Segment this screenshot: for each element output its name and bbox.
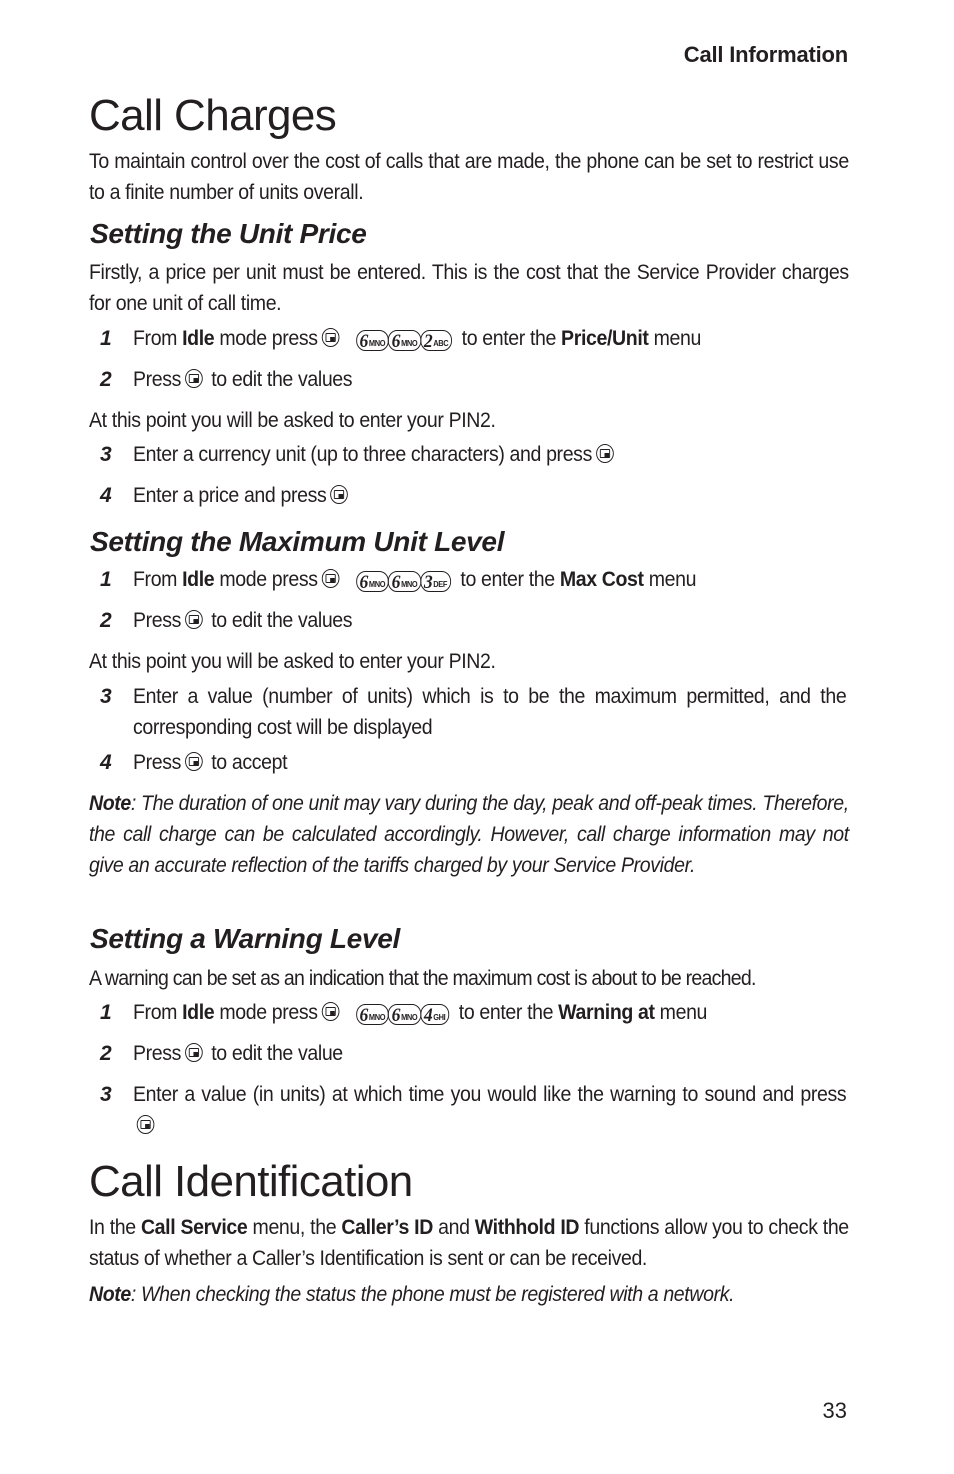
step-number: 1: [100, 568, 112, 591]
unit-price-intro: Firstly, a price per unit must be entere…: [89, 261, 849, 315]
step-number: 2: [100, 1042, 112, 1065]
step-text: to enter the: [455, 568, 560, 591]
step-text: Press: [133, 1042, 182, 1065]
keypad-key-icon: 6MNO: [387, 330, 422, 351]
keypad-key-icon: 6MNO: [387, 571, 422, 592]
mode-name: Idle: [182, 568, 215, 591]
menu-name: Warning at: [558, 1001, 655, 1024]
softkey-icon: [184, 610, 203, 629]
keypad-key-icon: 6MNO: [387, 1004, 422, 1025]
mode-name: Idle: [182, 327, 215, 350]
page-number: 33: [822, 1398, 847, 1423]
step-text: menu: [648, 327, 702, 350]
step-text: Press: [133, 368, 182, 391]
step-number: 3: [100, 443, 112, 466]
call-identification-note: Note: When checking the status the phone…: [89, 1279, 849, 1310]
heading-max-unit: Setting the Maximum Unit Level: [90, 526, 505, 557]
softkey-icon: [321, 1002, 340, 1021]
function-name: Withhold ID: [474, 1216, 580, 1239]
softkey-icon: [184, 752, 203, 771]
step-text: to edit the value: [206, 1042, 343, 1065]
key-sequence: 6MNO 6MNO 3DEF: [355, 568, 451, 592]
keypad-key-icon: 6MNO: [355, 1004, 389, 1025]
softkey-icon: [184, 369, 203, 388]
softkey-icon: [330, 485, 348, 504]
step-text: From: [133, 568, 183, 591]
keypad-key-icon: 6MNO: [355, 330, 389, 351]
running-head: Call Information: [683, 42, 848, 67]
menu-name: Max Cost: [559, 568, 644, 591]
para-text: In the: [89, 1216, 141, 1239]
step-text: Enter a currency unit (up to three chara…: [133, 443, 592, 466]
call-charges-intro: To maintain control over the cost of cal…: [89, 150, 849, 204]
step-number: 4: [100, 751, 112, 774]
note-label: Note: [89, 1283, 131, 1306]
keypad-key-icon: 3DEF: [420, 571, 451, 592]
keypad-key-icon: 4GHI: [420, 1004, 450, 1025]
step-text: From: [133, 327, 183, 350]
step-number: 3: [100, 1083, 112, 1106]
step-text: Enter a price and press: [133, 484, 327, 507]
step-number: 1: [100, 327, 112, 350]
step-number: 2: [100, 609, 112, 632]
key-sequence: 6MNO 6MNO 4GHI: [355, 1001, 450, 1025]
softkey-icon: [595, 444, 614, 463]
step-text: to enter the: [456, 327, 562, 350]
softkey-icon: [321, 569, 340, 588]
softkey-icon: [184, 1043, 203, 1062]
para-text: and: [432, 1216, 475, 1239]
softkey-icon: [136, 1115, 155, 1134]
heading-warning-level: Setting a Warning Level: [90, 923, 400, 954]
note-text: : The duration of one unit may vary duri…: [89, 792, 849, 877]
step-text: to accept: [206, 751, 288, 774]
para-text: menu, the: [247, 1216, 342, 1239]
step-text: From: [133, 1001, 183, 1024]
step-text: Press: [133, 609, 182, 632]
step-text: mode press: [214, 1001, 318, 1024]
section-title-call-charges: Call Charges: [89, 91, 337, 140]
warning-intro: A warning can be set as an indication th…: [89, 967, 756, 990]
function-name: Caller’s ID: [341, 1216, 433, 1239]
step-text: mode press: [214, 327, 318, 350]
softkey-icon: [321, 328, 340, 347]
menu-name: Call Service: [140, 1216, 248, 1239]
note-text: : When checking the status the phone mus…: [130, 1283, 735, 1306]
menu-name: Price/Unit: [561, 327, 649, 350]
max-unit-note: Note: The duration of one unit may vary …: [89, 788, 849, 881]
note-label: Note: [89, 792, 131, 815]
section-title-call-identification: Call Identification: [89, 1157, 413, 1206]
step-number: 2: [100, 368, 112, 391]
key-sequence: 6MNO 6MNO 2ABC: [355, 327, 452, 351]
step-text: menu: [643, 568, 697, 591]
step-number: 3: [100, 685, 112, 708]
step-text: to enter the: [453, 1001, 559, 1024]
step-text: mode press: [214, 568, 318, 591]
max-unit-pin-text: At this point you will be asked to enter…: [89, 650, 496, 673]
call-identification-text: In the Call Service menu, the Caller’s I…: [89, 1212, 849, 1274]
step-number: 4: [100, 484, 112, 507]
step-text: Enter a value (in units) at which time y…: [133, 1083, 847, 1106]
step-text: Enter a value (number of units) which is…: [133, 685, 847, 739]
step-text: to edit the values: [206, 609, 353, 632]
step-text: menu: [654, 1001, 708, 1024]
keypad-key-icon: 6MNO: [355, 571, 389, 592]
mode-name: Idle: [182, 1001, 215, 1024]
keypad-key-icon: 2ABC: [420, 330, 452, 351]
step-text: Press: [133, 751, 182, 774]
step-number: 1: [100, 1001, 112, 1024]
heading-unit-price: Setting the Unit Price: [90, 218, 367, 249]
step-text: to edit the values: [206, 368, 353, 391]
unit-price-pin-text: At this point you will be asked to enter…: [89, 409, 496, 432]
